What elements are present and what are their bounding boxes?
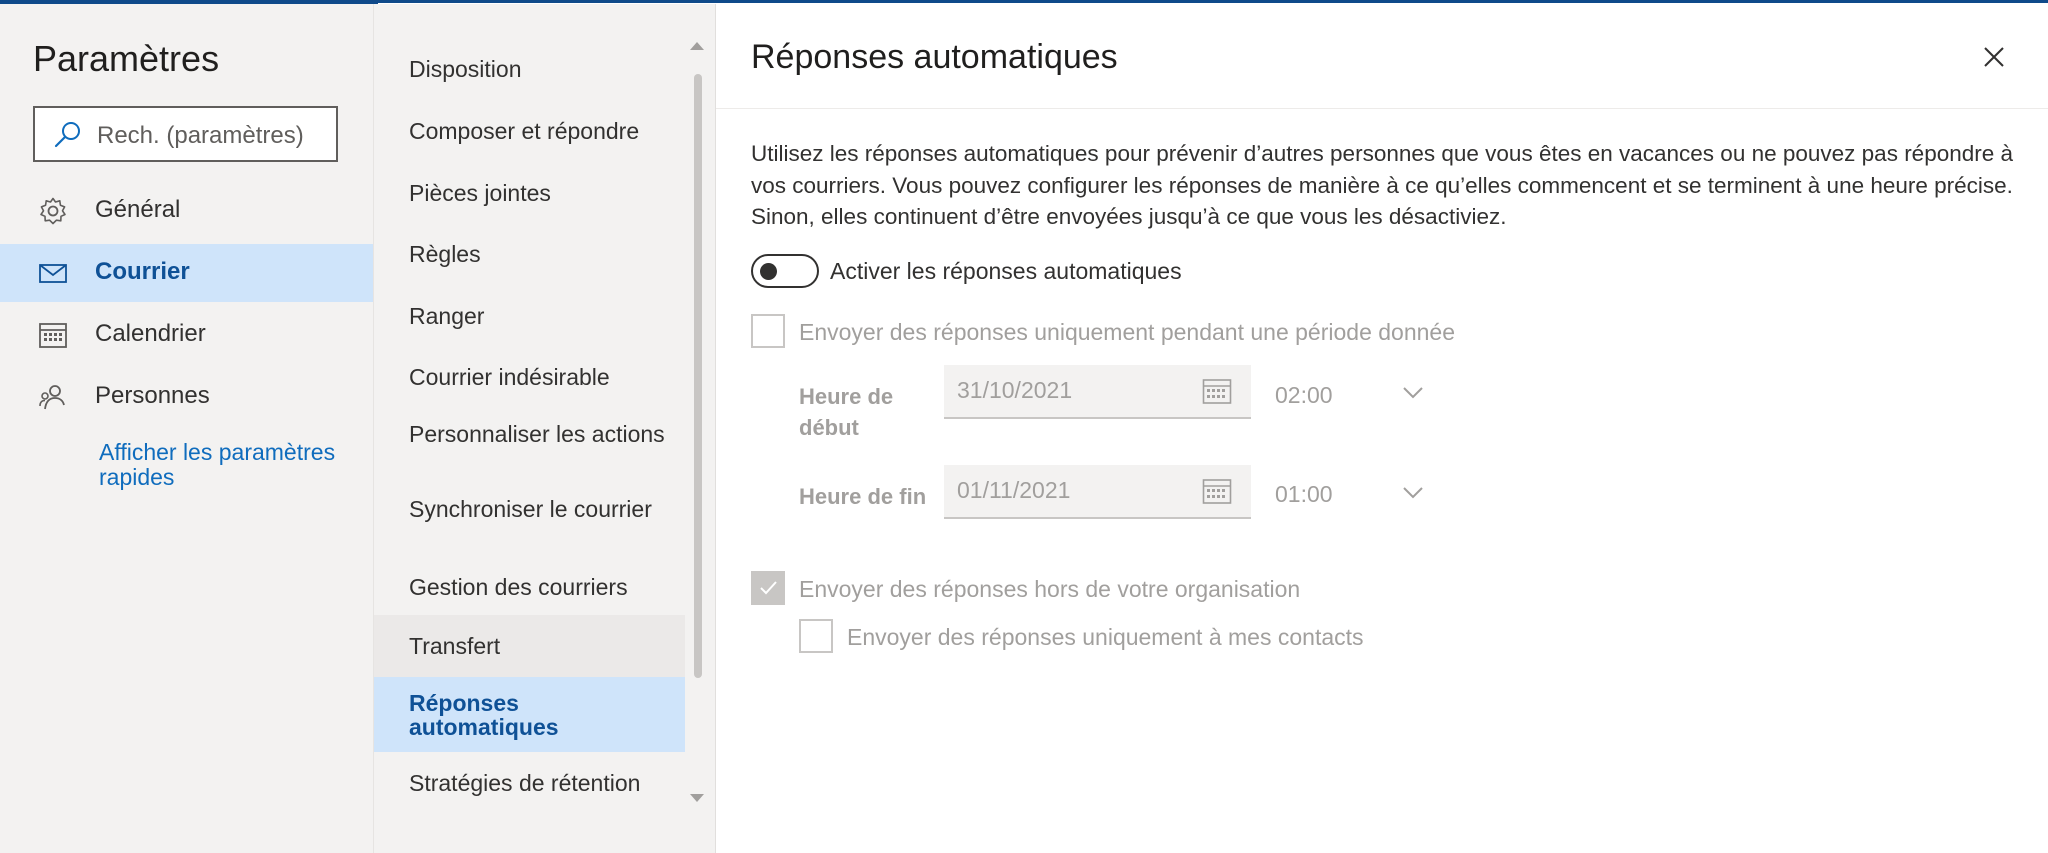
submenu-item-label: Réponses automatiques bbox=[409, 690, 559, 740]
end-time-label: Heure de fin bbox=[799, 484, 927, 509]
end-date-picker[interactable]: 01/11/2021 bbox=[944, 465, 1251, 519]
nav-item-mail[interactable]: Courrier bbox=[0, 244, 373, 302]
submenu-item-message-handling[interactable]: Gestion des courriers bbox=[374, 566, 685, 610]
header-divider bbox=[716, 108, 2048, 109]
chevron-down-icon[interactable] bbox=[1402, 386, 1424, 400]
period-checkbox-label: Envoyer des réponses uniquement pendant … bbox=[799, 319, 1455, 345]
submenu-item-label: Pièces jointes bbox=[409, 180, 551, 206]
nav-item-general[interactable]: Général bbox=[0, 182, 373, 240]
quick-settings-link[interactable]: Afficher les paramètres rapides bbox=[99, 440, 339, 490]
calendar-icon[interactable] bbox=[1202, 377, 1232, 405]
submenu-item-sync[interactable]: Synchroniser le courrier bbox=[374, 489, 685, 555]
mail-icon bbox=[39, 264, 67, 283]
submenu-item-label: Ranger bbox=[409, 303, 485, 329]
top-accent-bar-right bbox=[378, 0, 2048, 3]
nav-item-label: Courrier bbox=[95, 258, 190, 285]
settings-search-box[interactable]: Rech. (paramètres) bbox=[33, 106, 338, 162]
start-date-picker[interactable]: 31/10/2021 bbox=[944, 365, 1251, 419]
submenu-item-label: Stratégies de rétention bbox=[409, 770, 641, 796]
settings-title: Paramètres bbox=[33, 38, 220, 79]
submenu-item-label: Disposition bbox=[409, 56, 522, 82]
description-text: Utilisez les réponses automatiques pour … bbox=[751, 141, 2014, 229]
submenu-item-rules[interactable]: Règles bbox=[374, 233, 685, 277]
submenu-item-label: Règles bbox=[409, 241, 481, 267]
settings-nav: Paramètres Rech. (paramètres) Général Co… bbox=[0, 4, 373, 853]
submenu-item-attachments[interactable]: Pièces jointes bbox=[374, 172, 685, 216]
nav-item-label: Personnes bbox=[95, 382, 210, 409]
submenu-item-label: Personnaliser les actions bbox=[409, 421, 665, 447]
mail-submenu: Disposition Composer et répondre Pièces … bbox=[373, 4, 715, 853]
gear-icon bbox=[40, 197, 66, 225]
contacts-only-checkbox-label: Envoyer des réponses uniquement à mes co… bbox=[847, 624, 1364, 650]
end-date-value: 01/11/2021 bbox=[957, 477, 1071, 503]
checkmark-icon bbox=[760, 581, 777, 595]
submenu-item-junk[interactable]: Courrier indésirable bbox=[374, 356, 685, 400]
panel-title: Réponses automatiques bbox=[751, 38, 1118, 76]
calendar-icon[interactable] bbox=[1202, 477, 1232, 505]
end-time-value[interactable]: 01:00 bbox=[1275, 481, 1333, 508]
toggle-label: Activer les réponses automatiques bbox=[830, 258, 1182, 284]
submenu-item-label: Gestion des courriers bbox=[409, 574, 628, 600]
calendar-icon bbox=[39, 323, 67, 348]
submenu-item-forwarding[interactable]: Transfert bbox=[374, 615, 685, 677]
start-time-value[interactable]: 02:00 bbox=[1275, 382, 1333, 409]
people-icon bbox=[39, 385, 65, 410]
scroll-down-arrow[interactable] bbox=[690, 794, 704, 802]
submenu-scrollbar-thumb[interactable] bbox=[694, 74, 702, 678]
submenu-item-retention[interactable]: Stratégies de rétention bbox=[374, 762, 685, 806]
submenu-item-compose[interactable]: Composer et répondre bbox=[374, 110, 685, 154]
submenu-item-customize-actions[interactable]: Personnaliser les actions bbox=[374, 414, 685, 480]
submenu-item-sweep[interactable]: Ranger bbox=[374, 295, 685, 339]
search-icon bbox=[54, 122, 80, 148]
nav-item-label: Général bbox=[95, 196, 181, 223]
period-checkbox[interactable] bbox=[751, 314, 785, 348]
close-icon[interactable] bbox=[1979, 42, 2009, 72]
submenu-item-label: Composer et répondre bbox=[409, 118, 640, 144]
nav-item-label: Calendrier bbox=[95, 320, 206, 347]
submenu-item-layout[interactable]: Disposition bbox=[374, 48, 685, 92]
submenu-item-label: Transfert bbox=[409, 633, 501, 659]
outside-org-checkbox[interactable] bbox=[751, 571, 785, 605]
nav-item-people[interactable]: Personnes bbox=[0, 368, 373, 426]
outside-org-checkbox-label: Envoyer des réponses hors de votre organ… bbox=[799, 576, 1301, 602]
submenu-item-label: Courrier indésirable bbox=[409, 364, 610, 390]
toggle-knob bbox=[760, 263, 777, 280]
search-input[interactable]: Rech. (paramètres) bbox=[97, 122, 304, 150]
auto-reply-toggle[interactable] bbox=[751, 254, 819, 288]
submenu-item-label: Synchroniser le courrier bbox=[409, 496, 652, 522]
chevron-down-icon[interactable] bbox=[1402, 486, 1424, 500]
submenu-item-automatic-replies[interactable]: Réponses automatiques bbox=[374, 677, 685, 752]
start-date-value: 31/10/2021 bbox=[957, 377, 1073, 403]
start-time-label: Heure de début bbox=[799, 384, 894, 440]
scroll-up-arrow[interactable] bbox=[690, 42, 704, 50]
automatic-replies-panel: Réponses automatiques Utilisez les répon… bbox=[715, 4, 2048, 853]
nav-item-calendar[interactable]: Calendrier bbox=[0, 306, 373, 364]
contacts-only-checkbox[interactable] bbox=[799, 619, 833, 653]
